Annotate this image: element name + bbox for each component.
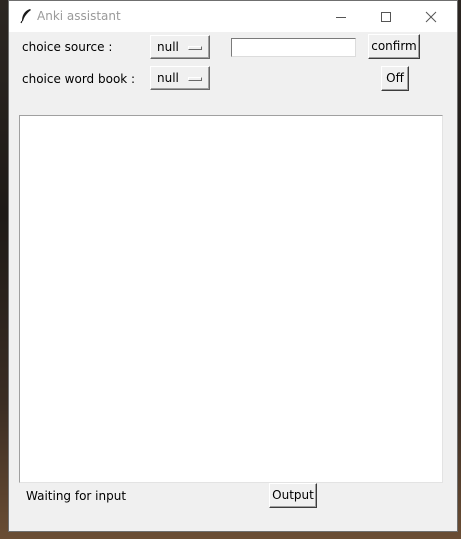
off-button[interactable]: Off xyxy=(381,66,409,91)
output-button[interactable]: Output xyxy=(269,483,317,508)
source-label: choice source : xyxy=(22,40,113,54)
window-title: Anki assistant xyxy=(37,9,121,23)
status-text: Waiting for input xyxy=(26,489,127,503)
maximize-button[interactable] xyxy=(363,1,409,32)
confirm-button[interactable]: confirm xyxy=(368,34,420,59)
source-dropdown[interactable]: null xyxy=(150,35,210,59)
output-text-area[interactable] xyxy=(19,115,443,483)
maximize-icon xyxy=(381,12,391,22)
dropdown-indicator-icon xyxy=(188,46,202,50)
feather-icon xyxy=(19,8,33,24)
source-dropdown-value: null xyxy=(157,40,179,54)
wordbook-dropdown-value: null xyxy=(157,71,179,85)
close-icon xyxy=(425,11,437,23)
wordbook-label: choice word book : xyxy=(22,72,136,86)
wordbook-dropdown[interactable]: null xyxy=(150,66,210,90)
minimize-button[interactable] xyxy=(318,1,364,32)
close-button[interactable] xyxy=(408,1,454,32)
source-input[interactable] xyxy=(231,38,356,57)
title-bar[interactable]: Anki assistant xyxy=(9,1,457,32)
dropdown-indicator-icon xyxy=(188,77,202,81)
minimize-icon xyxy=(336,17,346,18)
app-window: Anki assistant choice source : null conf… xyxy=(8,0,458,532)
